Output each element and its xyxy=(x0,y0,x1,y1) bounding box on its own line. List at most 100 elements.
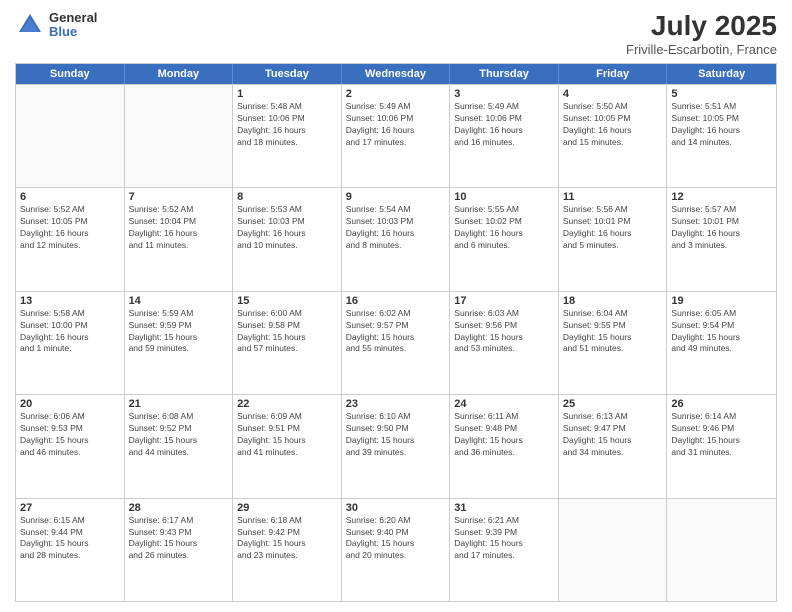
cell-date-28: 28 xyxy=(129,502,229,514)
day-header-thursday: Thursday xyxy=(450,64,559,84)
cell-info-27: Sunrise: 6:15 AMSunset: 9:44 PMDaylight:… xyxy=(20,515,120,563)
title-location: Friville-Escarbotin, France xyxy=(626,42,777,57)
calendar-cell-18: 18Sunrise: 6:04 AMSunset: 9:55 PMDayligh… xyxy=(559,292,668,394)
cell-date-19: 19 xyxy=(671,295,772,307)
cell-info-7: Sunrise: 5:52 AMSunset: 10:04 PMDaylight… xyxy=(129,204,229,252)
calendar-cell-7: 7Sunrise: 5:52 AMSunset: 10:04 PMDayligh… xyxy=(125,188,234,290)
cell-info-17: Sunrise: 6:03 AMSunset: 9:56 PMDaylight:… xyxy=(454,308,554,356)
calendar-cell-22: 22Sunrise: 6:09 AMSunset: 9:51 PMDayligh… xyxy=(233,395,342,497)
calendar-cell-10: 10Sunrise: 5:55 AMSunset: 10:02 PMDaylig… xyxy=(450,188,559,290)
cell-info-12: Sunrise: 5:57 AMSunset: 10:01 PMDaylight… xyxy=(671,204,772,252)
cell-info-28: Sunrise: 6:17 AMSunset: 9:43 PMDaylight:… xyxy=(129,515,229,563)
cell-info-25: Sunrise: 6:13 AMSunset: 9:47 PMDaylight:… xyxy=(563,411,663,459)
calendar-cell-29: 29Sunrise: 6:18 AMSunset: 9:42 PMDayligh… xyxy=(233,499,342,601)
cell-date-8: 8 xyxy=(237,191,337,203)
calendar-cell-16: 16Sunrise: 6:02 AMSunset: 9:57 PMDayligh… xyxy=(342,292,451,394)
cell-date-3: 3 xyxy=(454,88,554,100)
calendar-cell-13: 13Sunrise: 5:58 AMSunset: 10:00 PMDaylig… xyxy=(16,292,125,394)
cell-date-14: 14 xyxy=(129,295,229,307)
logo-icon xyxy=(15,10,45,40)
calendar-cell-21: 21Sunrise: 6:08 AMSunset: 9:52 PMDayligh… xyxy=(125,395,234,497)
day-header-sunday: Sunday xyxy=(16,64,125,84)
cell-info-16: Sunrise: 6:02 AMSunset: 9:57 PMDaylight:… xyxy=(346,308,446,356)
cell-info-5: Sunrise: 5:51 AMSunset: 10:05 PMDaylight… xyxy=(671,101,772,149)
calendar-cell-25: 25Sunrise: 6:13 AMSunset: 9:47 PMDayligh… xyxy=(559,395,668,497)
cell-info-23: Sunrise: 6:10 AMSunset: 9:50 PMDaylight:… xyxy=(346,411,446,459)
calendar-cell-1: 1Sunrise: 5:48 AMSunset: 10:06 PMDayligh… xyxy=(233,85,342,187)
cell-info-8: Sunrise: 5:53 AMSunset: 10:03 PMDaylight… xyxy=(237,204,337,252)
calendar-row-3: 13Sunrise: 5:58 AMSunset: 10:00 PMDaylig… xyxy=(16,291,776,394)
logo-text: General Blue xyxy=(49,11,97,40)
cell-info-15: Sunrise: 6:00 AMSunset: 9:58 PMDaylight:… xyxy=(237,308,337,356)
calendar-cell-8: 8Sunrise: 5:53 AMSunset: 10:03 PMDayligh… xyxy=(233,188,342,290)
calendar-row-2: 6Sunrise: 5:52 AMSunset: 10:05 PMDayligh… xyxy=(16,187,776,290)
cell-info-29: Sunrise: 6:18 AMSunset: 9:42 PMDaylight:… xyxy=(237,515,337,563)
cell-date-22: 22 xyxy=(237,398,337,410)
cell-info-2: Sunrise: 5:49 AMSunset: 10:06 PMDaylight… xyxy=(346,101,446,149)
calendar-header: SundayMondayTuesdayWednesdayThursdayFrid… xyxy=(16,64,776,84)
calendar-cell-12: 12Sunrise: 5:57 AMSunset: 10:01 PMDaylig… xyxy=(667,188,776,290)
header: General Blue July 2025 Friville-Escarbot… xyxy=(15,10,777,57)
calendar-row-1: 1Sunrise: 5:48 AMSunset: 10:06 PMDayligh… xyxy=(16,84,776,187)
cell-info-10: Sunrise: 5:55 AMSunset: 10:02 PMDaylight… xyxy=(454,204,554,252)
cell-info-21: Sunrise: 6:08 AMSunset: 9:52 PMDaylight:… xyxy=(129,411,229,459)
page: General Blue July 2025 Friville-Escarbot… xyxy=(0,0,792,612)
cell-date-27: 27 xyxy=(20,502,120,514)
calendar-cell-26: 26Sunrise: 6:14 AMSunset: 9:46 PMDayligh… xyxy=(667,395,776,497)
cell-date-16: 16 xyxy=(346,295,446,307)
calendar-cell-empty xyxy=(559,499,668,601)
calendar-body: 1Sunrise: 5:48 AMSunset: 10:06 PMDayligh… xyxy=(16,84,776,601)
cell-info-6: Sunrise: 5:52 AMSunset: 10:05 PMDaylight… xyxy=(20,204,120,252)
calendar-row-4: 20Sunrise: 6:06 AMSunset: 9:53 PMDayligh… xyxy=(16,394,776,497)
cell-date-1: 1 xyxy=(237,88,337,100)
day-header-friday: Friday xyxy=(559,64,668,84)
cell-info-20: Sunrise: 6:06 AMSunset: 9:53 PMDaylight:… xyxy=(20,411,120,459)
calendar-cell-empty xyxy=(16,85,125,187)
day-header-saturday: Saturday xyxy=(667,64,776,84)
cell-info-31: Sunrise: 6:21 AMSunset: 9:39 PMDaylight:… xyxy=(454,515,554,563)
calendar-cell-9: 9Sunrise: 5:54 AMSunset: 10:03 PMDayligh… xyxy=(342,188,451,290)
cell-date-25: 25 xyxy=(563,398,663,410)
cell-date-31: 31 xyxy=(454,502,554,514)
calendar-cell-5: 5Sunrise: 5:51 AMSunset: 10:05 PMDayligh… xyxy=(667,85,776,187)
cell-date-4: 4 xyxy=(563,88,663,100)
calendar-cell-23: 23Sunrise: 6:10 AMSunset: 9:50 PMDayligh… xyxy=(342,395,451,497)
cell-date-30: 30 xyxy=(346,502,446,514)
calendar-cell-17: 17Sunrise: 6:03 AMSunset: 9:56 PMDayligh… xyxy=(450,292,559,394)
cell-date-12: 12 xyxy=(671,191,772,203)
cell-date-21: 21 xyxy=(129,398,229,410)
cell-info-22: Sunrise: 6:09 AMSunset: 9:51 PMDaylight:… xyxy=(237,411,337,459)
calendar-cell-24: 24Sunrise: 6:11 AMSunset: 9:48 PMDayligh… xyxy=(450,395,559,497)
calendar-cell-2: 2Sunrise: 5:49 AMSunset: 10:06 PMDayligh… xyxy=(342,85,451,187)
calendar-cell-4: 4Sunrise: 5:50 AMSunset: 10:05 PMDayligh… xyxy=(559,85,668,187)
cell-info-1: Sunrise: 5:48 AMSunset: 10:06 PMDaylight… xyxy=(237,101,337,149)
cell-info-13: Sunrise: 5:58 AMSunset: 10:00 PMDaylight… xyxy=(20,308,120,356)
cell-info-26: Sunrise: 6:14 AMSunset: 9:46 PMDaylight:… xyxy=(671,411,772,459)
cell-date-26: 26 xyxy=(671,398,772,410)
calendar-cell-3: 3Sunrise: 5:49 AMSunset: 10:06 PMDayligh… xyxy=(450,85,559,187)
cell-info-30: Sunrise: 6:20 AMSunset: 9:40 PMDaylight:… xyxy=(346,515,446,563)
cell-date-13: 13 xyxy=(20,295,120,307)
calendar-cell-15: 15Sunrise: 6:00 AMSunset: 9:58 PMDayligh… xyxy=(233,292,342,394)
calendar-cell-14: 14Sunrise: 5:59 AMSunset: 9:59 PMDayligh… xyxy=(125,292,234,394)
title-month: July 2025 xyxy=(626,10,777,42)
cell-date-2: 2 xyxy=(346,88,446,100)
calendar-cell-31: 31Sunrise: 6:21 AMSunset: 9:39 PMDayligh… xyxy=(450,499,559,601)
cell-date-24: 24 xyxy=(454,398,554,410)
calendar-cell-19: 19Sunrise: 6:05 AMSunset: 9:54 PMDayligh… xyxy=(667,292,776,394)
cell-info-11: Sunrise: 5:56 AMSunset: 10:01 PMDaylight… xyxy=(563,204,663,252)
cell-date-17: 17 xyxy=(454,295,554,307)
day-header-monday: Monday xyxy=(125,64,234,84)
cell-info-18: Sunrise: 6:04 AMSunset: 9:55 PMDaylight:… xyxy=(563,308,663,356)
cell-date-29: 29 xyxy=(237,502,337,514)
cell-date-11: 11 xyxy=(563,191,663,203)
cell-info-24: Sunrise: 6:11 AMSunset: 9:48 PMDaylight:… xyxy=(454,411,554,459)
cell-date-15: 15 xyxy=(237,295,337,307)
cell-date-18: 18 xyxy=(563,295,663,307)
calendar-cell-28: 28Sunrise: 6:17 AMSunset: 9:43 PMDayligh… xyxy=(125,499,234,601)
cell-info-9: Sunrise: 5:54 AMSunset: 10:03 PMDaylight… xyxy=(346,204,446,252)
cell-date-7: 7 xyxy=(129,191,229,203)
cell-date-20: 20 xyxy=(20,398,120,410)
cell-date-23: 23 xyxy=(346,398,446,410)
calendar-cell-6: 6Sunrise: 5:52 AMSunset: 10:05 PMDayligh… xyxy=(16,188,125,290)
